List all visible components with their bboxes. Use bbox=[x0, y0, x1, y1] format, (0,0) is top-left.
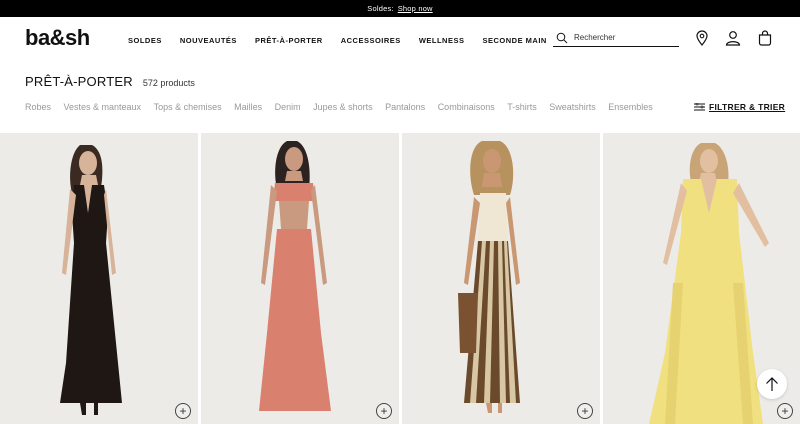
add-to-cart-button[interactable]: + bbox=[577, 403, 593, 419]
add-to-cart-button[interactable]: + bbox=[777, 403, 793, 419]
page-title: PRÊT-À-PORTER bbox=[25, 74, 133, 89]
category-jupes-shorts[interactable]: Jupes & shorts bbox=[313, 102, 373, 112]
search-bar[interactable] bbox=[553, 29, 679, 47]
category-vestes-manteaux[interactable]: Vestes & manteaux bbox=[64, 102, 142, 112]
filter-icon bbox=[694, 103, 705, 111]
nav-item-wellness[interactable]: WELLNESS bbox=[419, 36, 465, 45]
nav-item-nouveautes[interactable]: NOUVEAUTÉS bbox=[180, 36, 237, 45]
search-icon bbox=[556, 32, 568, 43]
category-sweatshirts[interactable]: Sweatshirts bbox=[549, 102, 596, 112]
category-list: Robes Vestes & manteaux Tops & chemises … bbox=[25, 102, 665, 112]
filter-sort-label: FILTRER & TRIER bbox=[709, 102, 786, 112]
category-tops-chemises[interactable]: Tops & chemises bbox=[154, 102, 222, 112]
category-mailles[interactable]: Mailles bbox=[234, 102, 262, 112]
product-grid: + + + + bbox=[0, 133, 800, 424]
brand-logo[interactable]: ba&sh bbox=[25, 25, 90, 51]
product-card[interactable]: + bbox=[0, 133, 198, 424]
nav-item-accessoires[interactable]: ACCESSOIRES bbox=[341, 36, 401, 45]
add-to-cart-button[interactable]: + bbox=[376, 403, 392, 419]
category-combinaisons[interactable]: Combinaisons bbox=[438, 102, 495, 112]
product-image-black-dress bbox=[0, 133, 198, 424]
search-input[interactable] bbox=[574, 33, 674, 42]
category-robes[interactable]: Robes bbox=[25, 102, 51, 112]
category-ensembles[interactable]: Ensembles bbox=[608, 102, 653, 112]
nav-item-soldes[interactable]: SOLDES bbox=[128, 36, 162, 45]
main-nav: SOLDES NOUVEAUTÉS PRÊT-À-PORTER ACCESSOI… bbox=[128, 36, 565, 45]
filter-sort-button[interactable]: FILTRER & TRIER bbox=[694, 102, 785, 112]
category-denim[interactable]: Denim bbox=[275, 102, 301, 112]
add-to-cart-button[interactable]: + bbox=[175, 403, 191, 419]
category-t-shirts[interactable]: T-shirts bbox=[507, 102, 537, 112]
nav-item-seconde-main[interactable]: SECONDE MAIN bbox=[482, 36, 546, 45]
product-image-coral-dress bbox=[201, 133, 399, 424]
category-pantalons[interactable]: Pantalons bbox=[385, 102, 425, 112]
site-header: ba&sh SOLDES NOUVEAUTÉS PRÊT-À-PORTER AC… bbox=[0, 17, 800, 63]
product-image-striped-dress bbox=[402, 133, 600, 424]
account-icon[interactable] bbox=[724, 29, 742, 47]
promo-shop-link[interactable]: Shop now bbox=[398, 4, 433, 13]
product-card[interactable]: + bbox=[402, 133, 600, 424]
back-to-top-button[interactable] bbox=[757, 369, 787, 399]
location-pin-icon[interactable] bbox=[693, 29, 711, 47]
arrow-up-icon bbox=[766, 377, 778, 391]
page-title-row: PRÊT-À-PORTER 572 products bbox=[25, 74, 195, 89]
product-count: 572 products bbox=[142, 78, 195, 88]
product-card[interactable]: + bbox=[201, 133, 399, 424]
promo-text: Soldes: bbox=[367, 4, 394, 13]
nav-item-pret-a-porter[interactable]: PRÊT-À-PORTER bbox=[255, 36, 323, 45]
promo-bar: Soldes: Shop now bbox=[0, 0, 800, 17]
bag-icon[interactable] bbox=[756, 29, 774, 47]
